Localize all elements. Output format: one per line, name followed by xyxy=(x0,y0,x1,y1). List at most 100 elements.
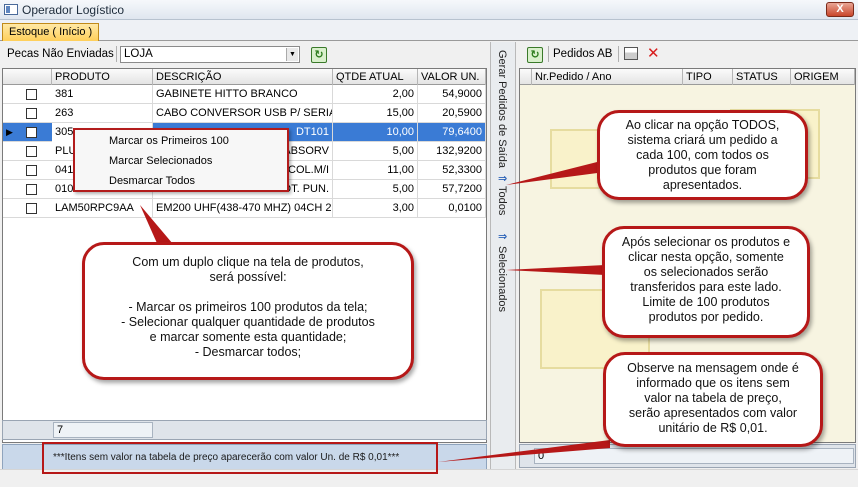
header-descricao[interactable]: DESCRIÇÃO xyxy=(153,69,333,85)
app-window-icon xyxy=(4,4,18,15)
current-row-icon: ▶ xyxy=(6,127,13,137)
toolbar-separator xyxy=(116,46,117,62)
callout-line: unitário de R$ 0,01. xyxy=(658,421,768,435)
header-origem[interactable]: ORIGEM xyxy=(791,69,855,85)
cell-valor: 54,9000 xyxy=(418,85,486,104)
header-tipo[interactable]: TIPO xyxy=(683,69,733,85)
delete-icon[interactable]: ✕ xyxy=(647,44,660,62)
orders-toolbar-label: Pedidos AB xyxy=(553,48,613,60)
callout-line: Limite de 100 produtos xyxy=(642,295,770,309)
close-button[interactable]: X xyxy=(826,2,854,17)
cell-descricao: CABO CONVERSOR USB P/ SERIAL xyxy=(153,104,333,123)
toolbar-separator xyxy=(618,46,619,62)
row-checkbox[interactable] xyxy=(26,127,37,138)
callout-line: Ao clicar na opção TODOS, xyxy=(625,118,780,132)
callout-line: sistema criará um pedido a xyxy=(627,133,778,147)
cell-produto: 263 xyxy=(52,104,153,123)
cell-qtde: 5,00 xyxy=(333,142,418,161)
cell-valor: 57,7200 xyxy=(418,180,486,199)
header-valor[interactable]: VALOR UN. xyxy=(418,69,486,85)
toolbar-separator xyxy=(548,46,549,62)
refresh-icon[interactable]: ↻ xyxy=(527,47,543,63)
callout-line: valor na tabela de preço, xyxy=(644,391,782,405)
row-checkbox[interactable] xyxy=(26,108,37,119)
table-row[interactable]: 263 CABO CONVERSOR USB P/ SERIAL 15,00 2… xyxy=(3,104,486,123)
cell-produto: 381 xyxy=(52,85,153,104)
tab-strip: Estoque ( Início ) xyxy=(0,20,858,41)
menu-item-desmarcar-todos[interactable]: Desmarcar Todos xyxy=(109,175,195,187)
callout-line: serão apresentados com valor xyxy=(628,406,798,420)
menu-item-marcar-primeiros[interactable]: Marcar os Primeiros 100 xyxy=(109,135,229,147)
orders-footer: 0 xyxy=(519,444,856,468)
selecionados-button[interactable]: Selecionados xyxy=(496,246,508,312)
cell-qtde: 15,00 xyxy=(333,104,418,123)
cell-descricao: EM200 UHF(438-470 MHZ) 04CH 2 xyxy=(153,199,333,218)
order-count: 0 xyxy=(534,448,854,464)
orders-grid-header: Nr.Pedido / Ano TIPO STATUS ORIGEM xyxy=(520,69,855,85)
context-menu: Marcar os Primeiros 100 Marcar Seleciona… xyxy=(73,128,289,192)
header-qtde[interactable]: QTDE ATUAL xyxy=(333,69,418,85)
callout-line: e marcar somente esta quantidade; xyxy=(149,330,347,344)
table-row[interactable]: LAM50RPC9AA EM200 UHF(438-470 MHZ) 04CH … xyxy=(3,199,486,218)
cell-valor: 52,3300 xyxy=(418,161,486,180)
callout-line: apresentados. xyxy=(662,178,743,192)
callout-line: - Marcar os primeiros 100 produtos da te… xyxy=(128,300,368,314)
orders-toolbar: ↻ Pedidos AB ✕ xyxy=(517,42,858,66)
cell-valor: 79,6400 xyxy=(418,123,486,142)
callout-duplo-clique: Com um duplo clique na tela de produtos,… xyxy=(82,242,414,380)
filter-label: Pecas Não Enviadas xyxy=(7,48,114,60)
callout-selecionados: Após selecionar os produtos e clicar nes… xyxy=(602,226,810,338)
row-checkbox[interactable] xyxy=(26,165,37,176)
callout-line: Observe na mensagem onde é xyxy=(627,361,799,375)
title-bar: Operador Logístico X xyxy=(0,0,858,20)
products-toolbar: Pecas Não Enviadas LOJA ▼ ↻ xyxy=(0,42,490,66)
callout-line: Após selecionar os produtos e xyxy=(621,235,791,249)
window-title: Operador Logístico xyxy=(22,3,125,17)
todos-button[interactable]: Todos xyxy=(496,186,508,215)
cell-valor: 20,5900 xyxy=(418,104,486,123)
store-select-value: LOJA xyxy=(124,48,153,60)
row-checkbox[interactable] xyxy=(26,89,37,100)
tab-estoque[interactable]: Estoque ( Início ) xyxy=(2,23,100,41)
cell-produto: LAM50RPC9AA xyxy=(52,199,153,218)
row-checkbox[interactable] xyxy=(26,146,37,157)
arrow-right-icon[interactable]: ⇒ xyxy=(498,172,507,185)
cell-qtde: 10,00 xyxy=(333,123,418,142)
cell-qtde: 5,00 xyxy=(333,180,418,199)
row-checkbox[interactable] xyxy=(26,184,37,195)
cell-descricao: GABINETE HITTO BRANCO xyxy=(153,85,333,104)
side-action-bar: Gerar Pedidos de Saída ⇒ Todos ⇒ Selecio… xyxy=(490,42,516,469)
callout-line: clicar nesta opção, somente xyxy=(628,250,784,264)
cell-qtde: 3,00 xyxy=(333,199,418,218)
cell-valor: 132,9200 xyxy=(418,142,486,161)
message-highlight-box xyxy=(42,442,438,474)
header-status[interactable]: STATUS xyxy=(733,69,791,85)
cell-valor: 0,0100 xyxy=(418,199,486,218)
callout-line: - Desmarcar todos; xyxy=(194,345,302,359)
product-count: 7 xyxy=(53,422,153,438)
callout-line: os selecionados serão xyxy=(643,265,769,279)
header-produto[interactable]: PRODUTO xyxy=(52,69,153,85)
menu-item-marcar-selecionados[interactable]: Marcar Selecionados xyxy=(109,155,212,167)
arrow-right-icon[interactable]: ⇒ xyxy=(498,230,507,243)
callout-line: cada 100, com todos os xyxy=(636,148,769,162)
header-select xyxy=(3,69,52,85)
callout-todos: Ao clicar na opção TODOS, sistema criará… xyxy=(597,110,808,200)
cell-qtde: 2,00 xyxy=(333,85,418,104)
chevron-down-icon[interactable]: ▼ xyxy=(286,48,298,61)
table-row[interactable]: 381 GABINETE HITTO BRANCO 2,00 54,9000 xyxy=(3,85,486,104)
cell-qtde: 11,00 xyxy=(333,161,418,180)
products-footer: 7 xyxy=(2,420,487,440)
callout-line: será possível: xyxy=(209,270,287,284)
callout-line: produtos por pedido. xyxy=(648,310,764,324)
callout-mensagem: Observe na mensagem onde é informado que… xyxy=(603,352,823,447)
callout-line: - Selecionar qualquer quantidade de prod… xyxy=(121,315,375,329)
refresh-icon[interactable]: ↻ xyxy=(311,47,327,63)
store-select[interactable]: LOJA ▼ xyxy=(120,46,300,63)
generate-orders-label: Gerar Pedidos de Saída xyxy=(496,50,508,169)
row-checkbox[interactable] xyxy=(26,203,37,214)
callout-line: Com um duplo clique na tela de produtos, xyxy=(132,255,364,269)
header-nr-pedido[interactable]: Nr.Pedido / Ano xyxy=(532,69,683,85)
callout-line: informado que os itens sem xyxy=(636,376,790,390)
print-icon[interactable] xyxy=(624,47,638,60)
